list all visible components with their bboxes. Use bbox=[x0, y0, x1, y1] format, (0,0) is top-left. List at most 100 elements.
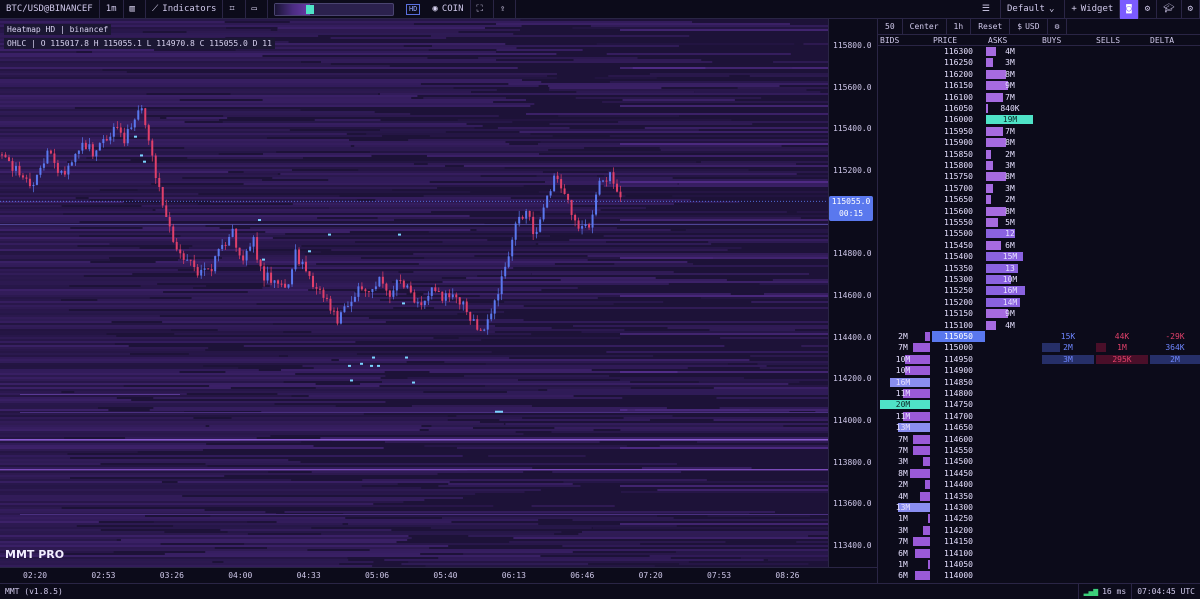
order-book-row[interactable]: 7M 116100 bbox=[878, 92, 1200, 103]
order-book-row[interactable]: 9M 115150 bbox=[878, 308, 1200, 319]
column-header-bids[interactable]: BIDS bbox=[880, 36, 899, 45]
order-book-row[interactable]: 4M 116300 bbox=[878, 46, 1200, 57]
center-button[interactable]: Center bbox=[903, 19, 947, 35]
order-book-row[interactable]: 3M 114500 bbox=[878, 456, 1200, 467]
order-book-row[interactable]: 6M 114100 bbox=[878, 548, 1200, 559]
order-book-row[interactable]: 3M 115700 bbox=[878, 183, 1200, 194]
order-book-row[interactable]: 11M 114700 bbox=[878, 411, 1200, 422]
order-book-row[interactable]: 2M 115650 bbox=[878, 194, 1200, 205]
order-book-row[interactable]: 7M 114600 bbox=[878, 434, 1200, 445]
timeframe-selector[interactable]: 1h bbox=[947, 19, 972, 35]
ask-size: 3M bbox=[1005, 161, 1015, 170]
price-axis-label: 114600.0 bbox=[833, 291, 872, 301]
order-book-row[interactable]: 7M 114550 bbox=[878, 445, 1200, 456]
order-book-row[interactable]: 8M 114450 bbox=[878, 468, 1200, 479]
open-folder-button[interactable]: ▭ bbox=[246, 0, 268, 19]
order-book-row[interactable]: 1M 114050 bbox=[878, 559, 1200, 570]
ask-size: 9M bbox=[1005, 309, 1015, 319]
order-book-row[interactable]: 4M 114350 bbox=[878, 491, 1200, 502]
indicators-button[interactable]: ⟋ Indicators bbox=[146, 0, 224, 19]
camera-button[interactable]: ◙ bbox=[1120, 0, 1139, 19]
price-level: 115250 bbox=[944, 286, 973, 296]
bid-size: 7M bbox=[898, 446, 908, 455]
delta-value: -29K bbox=[1165, 332, 1185, 341]
order-book-row[interactable]: 8M 115750 bbox=[878, 171, 1200, 182]
user-settings-button[interactable]: ⚙ bbox=[1182, 0, 1200, 19]
order-book-row[interactable]: 6M 114000 bbox=[878, 570, 1200, 581]
order-book-row[interactable]: 13M 114300 bbox=[878, 502, 1200, 513]
symbol-selector[interactable]: BTC/USD@BINANCEF bbox=[0, 0, 100, 19]
folder-icon: ▭ bbox=[251, 4, 257, 14]
order-book-row[interactable]: 6M 115450 bbox=[878, 240, 1200, 251]
heatmap-chart[interactable]: Heatmap HD | binancef OHLC | O 115017.8 … bbox=[0, 19, 828, 567]
order-book-row[interactable]: 11M 114800 bbox=[878, 388, 1200, 399]
candle bbox=[161, 186, 164, 208]
order-book-row[interactable]: 2M 115050 15K 44K -29K bbox=[878, 331, 1200, 342]
order-book-row[interactable]: 3M 115800 bbox=[878, 160, 1200, 171]
list-button[interactable]: ☰ bbox=[976, 0, 1001, 19]
column-header-sells[interactable]: SELLS bbox=[1096, 36, 1120, 45]
column-header-buys[interactable]: BUYS bbox=[1042, 36, 1061, 45]
order-book-row[interactable]: 5M 115550 bbox=[878, 217, 1200, 228]
settings-button[interactable]: ⚙ bbox=[1139, 0, 1158, 19]
latency-label: 16 ms bbox=[1102, 587, 1127, 596]
column-header-price[interactable]: PRICE bbox=[933, 36, 957, 45]
price-level: 114200 bbox=[944, 525, 973, 535]
price-level: 114000 bbox=[944, 571, 973, 581]
user-gear-icon: ⚙ bbox=[1187, 4, 1193, 14]
screenshot-export-button[interactable]: ⇪ bbox=[494, 0, 517, 19]
interval-selector[interactable]: 1m bbox=[100, 0, 124, 19]
order-book-row[interactable]: 3M 114200 bbox=[878, 525, 1200, 536]
order-book-row[interactable]: 8M 115600 bbox=[878, 206, 1200, 217]
order-book-row[interactable]: 14M 115200 bbox=[878, 297, 1200, 308]
fullscreen-button[interactable]: ⛶ bbox=[471, 0, 494, 19]
order-book-row[interactable]: 8M 115900 bbox=[878, 137, 1200, 148]
chart-type-button[interactable]: ▥ bbox=[124, 0, 146, 19]
layout-selector[interactable]: Default ⌄ bbox=[1001, 0, 1066, 19]
order-book-row[interactable]: 840K 116050 bbox=[878, 103, 1200, 114]
column-header-delta[interactable]: DELTA bbox=[1150, 36, 1174, 45]
candle-countdown: 00:15 bbox=[838, 209, 864, 218]
order-book-row[interactable]: 7M 114150 bbox=[878, 536, 1200, 547]
price-axis-label: 114200.0 bbox=[833, 374, 872, 384]
order-book-row[interactable]: 8M 116200 bbox=[878, 69, 1200, 80]
order-book-settings-button[interactable]: ⚙ bbox=[1048, 19, 1068, 35]
currency-toggle[interactable]: $ USD bbox=[1010, 19, 1048, 35]
order-book-row[interactable]: 16M 114850 bbox=[878, 377, 1200, 388]
price-axis[interactable]: 115800.0115600.0115400.0115200.0115000.0… bbox=[828, 19, 877, 567]
add-widget-button[interactable]: + Widget bbox=[1065, 0, 1121, 19]
top-toolbar: BTC/USD@BINANCEF 1m ▥ ⟋ Indicators ⌗ ▭ HD… bbox=[0, 0, 1200, 19]
heatmap-range-slider[interactable] bbox=[273, 2, 394, 16]
order-book-row[interactable]: 20M 114750 bbox=[878, 399, 1200, 410]
column-header-asks[interactable]: ASKS bbox=[988, 36, 1007, 45]
order-book-row[interactable]: 4M 115100 bbox=[878, 320, 1200, 331]
order-book-row[interactable]: 15M 115400 bbox=[878, 251, 1200, 262]
order-book-row[interactable]: 2M 114400 bbox=[878, 479, 1200, 490]
order-book-row[interactable]: 10M 115300 bbox=[878, 274, 1200, 285]
order-book-row[interactable]: 1M 114250 bbox=[878, 513, 1200, 524]
heatmap-canvas[interactable] bbox=[0, 19, 828, 567]
price-level: 114350 bbox=[944, 491, 973, 501]
order-book-row[interactable]: 10M 114950 3M 295K 2M bbox=[878, 354, 1200, 365]
order-book-row[interactable]: 9M 116150 bbox=[878, 80, 1200, 91]
depth-selector[interactable]: 50 bbox=[878, 19, 903, 35]
time-axis[interactable]: 02:20 02:53 03:26 04:00 04:33 05:06 05:40 06:13… bbox=[0, 567, 877, 583]
learn-button[interactable]: 🎓︎ bbox=[1157, 0, 1182, 19]
range-knob[interactable] bbox=[306, 4, 315, 14]
time-axis-label: 05:06 bbox=[365, 571, 390, 580]
order-book-row[interactable]: 13M 114650 bbox=[878, 422, 1200, 433]
order-book-row[interactable]: 12 115500 bbox=[878, 228, 1200, 239]
coin-button[interactable]: ◉ COIN bbox=[426, 0, 471, 19]
hd-toggle[interactable]: HD bbox=[405, 3, 421, 15]
order-book-row[interactable]: 7M 115000 2M 1M 364K bbox=[878, 342, 1200, 353]
order-book-row[interactable]: 19M 116000 bbox=[878, 114, 1200, 125]
price-level: 114550 bbox=[944, 446, 973, 455]
order-book-row[interactable]: 2M 115850 bbox=[878, 149, 1200, 160]
reset-button[interactable]: Reset bbox=[971, 19, 1011, 35]
crop-button[interactable]: ⌗ bbox=[223, 0, 246, 19]
order-book-row[interactable]: 10M 114900 bbox=[878, 365, 1200, 376]
order-book-row[interactable]: 13 115350 bbox=[878, 263, 1200, 274]
order-book-row[interactable]: 7M 115950 bbox=[878, 126, 1200, 137]
order-book-row[interactable]: 16M 115250 bbox=[878, 285, 1200, 296]
order-book-row[interactable]: 3M 116250 bbox=[878, 57, 1200, 68]
